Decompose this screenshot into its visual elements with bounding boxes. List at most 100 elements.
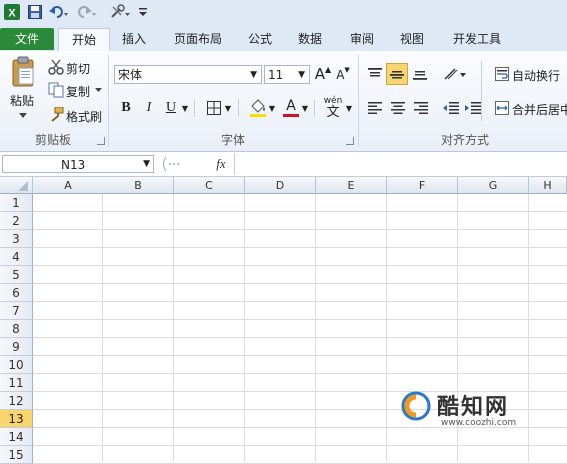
excel-logo-icon[interactable]: X bbox=[2, 3, 22, 20]
increase-indent-icon[interactable] bbox=[463, 99, 483, 117]
shrink-font-button[interactable]: A ▼ bbox=[335, 65, 351, 85]
row-header-8[interactable]: 8 bbox=[0, 320, 33, 338]
column-header-b[interactable]: B bbox=[103, 177, 174, 194]
chevron-down-icon[interactable]: ▼ bbox=[345, 103, 353, 113]
row-header-6[interactable]: 6 bbox=[0, 284, 33, 302]
formula-input[interactable] bbox=[234, 153, 567, 175]
row-header-4[interactable]: 4 bbox=[0, 248, 33, 266]
customize-qat-icon[interactable] bbox=[136, 3, 150, 20]
cut-label[interactable]: 剪切 bbox=[66, 60, 90, 77]
font-group-label: 字体 bbox=[220, 133, 245, 147]
grow-font-button[interactable]: A ▲ bbox=[314, 63, 332, 85]
row-header-3[interactable]: 3 bbox=[0, 230, 33, 248]
orientation-icon[interactable] bbox=[442, 63, 468, 85]
underline-button[interactable]: U bbox=[163, 99, 179, 117]
format-painter-icon[interactable] bbox=[48, 107, 64, 123]
font-size-combo[interactable]: 11 ▼ bbox=[264, 65, 310, 84]
name-box[interactable]: N13 ▼ bbox=[2, 155, 154, 173]
bold-button[interactable]: B bbox=[118, 99, 134, 117]
borders-icon[interactable] bbox=[205, 99, 223, 117]
shrink-font-icon: A bbox=[336, 68, 345, 82]
tab-developer[interactable]: 开发工具 bbox=[444, 28, 510, 50]
copy-dropdown-icon[interactable] bbox=[94, 86, 102, 94]
copy-icon[interactable] bbox=[48, 82, 64, 98]
merge-center-label[interactable]: 合并后居中 bbox=[512, 101, 567, 118]
row-header-5[interactable]: 5 bbox=[0, 266, 33, 284]
select-all-corner[interactable] bbox=[0, 177, 33, 194]
decrease-indent-icon[interactable] bbox=[441, 99, 461, 117]
row-header-11[interactable]: 11 bbox=[0, 374, 33, 392]
formula-bar-handle[interactable] bbox=[160, 155, 190, 173]
wrap-text-label[interactable]: 自动换行 bbox=[512, 67, 560, 84]
column-header-d[interactable]: D bbox=[245, 177, 316, 194]
fill-color-icon[interactable] bbox=[248, 97, 268, 119]
row-header-14[interactable]: 14 bbox=[0, 428, 33, 446]
tab-formulas[interactable]: 公式 bbox=[240, 28, 280, 50]
font-launcher-icon[interactable] bbox=[346, 137, 354, 145]
row-header-9[interactable]: 9 bbox=[0, 338, 33, 356]
align-top-icon[interactable] bbox=[365, 64, 385, 84]
watermark-title: 酷知网 bbox=[437, 395, 510, 420]
column-header-c[interactable]: C bbox=[174, 177, 245, 194]
font-color-button[interactable]: A bbox=[282, 97, 300, 119]
copy-label[interactable]: 复制 bbox=[66, 83, 90, 100]
wrap-text-icon[interactable] bbox=[494, 66, 510, 82]
chevron-down-icon[interactable]: ▼ bbox=[268, 103, 276, 113]
align-bottom-icon[interactable] bbox=[410, 64, 430, 84]
grid-row-line bbox=[33, 355, 567, 356]
font-name-combo[interactable]: 宋体 ▼ bbox=[114, 65, 262, 84]
row-header-15[interactable]: 15 bbox=[0, 446, 33, 464]
italic-button[interactable]: I bbox=[141, 99, 157, 117]
column-header-g[interactable]: G bbox=[458, 177, 529, 194]
tab-page-layout[interactable]: 页面布局 bbox=[166, 28, 230, 50]
quick-access-toolbar: X bbox=[0, 0, 567, 25]
column-header-h[interactable]: H bbox=[529, 177, 567, 194]
format-painter-label[interactable]: 格式刷 bbox=[66, 108, 102, 125]
save-icon[interactable] bbox=[26, 3, 44, 20]
column-header-f[interactable]: F bbox=[387, 177, 458, 194]
row-header-7[interactable]: 7 bbox=[0, 302, 33, 320]
chevron-down-icon[interactable]: ▼ bbox=[181, 103, 189, 113]
watermark-url: www.coozhi.com bbox=[441, 418, 517, 428]
undo-icon[interactable] bbox=[48, 3, 70, 20]
column-header-a[interactable]: A bbox=[33, 177, 104, 194]
chevron-down-icon[interactable]: ▼ bbox=[301, 103, 309, 113]
tab-view[interactable]: 视图 bbox=[392, 28, 432, 50]
clipboard-launcher-icon[interactable] bbox=[97, 137, 105, 145]
phonetic-guide-button[interactable]: wén 文 bbox=[321, 96, 345, 120]
grid-row-line bbox=[33, 301, 567, 302]
cut-icon[interactable] bbox=[48, 59, 64, 75]
paste-dropdown-icon[interactable] bbox=[18, 111, 28, 121]
merge-center-icon[interactable] bbox=[494, 100, 510, 116]
row-header-2[interactable]: 2 bbox=[0, 212, 33, 230]
chevron-down-icon[interactable]: ▼ bbox=[143, 156, 150, 172]
grid-row-line bbox=[33, 337, 567, 338]
chevron-down-icon[interactable]: ▼ bbox=[224, 103, 232, 113]
paste-icon[interactable] bbox=[6, 55, 40, 89]
row-header-12[interactable]: 12 bbox=[0, 392, 33, 410]
align-right-icon[interactable] bbox=[411, 99, 431, 117]
tab-file[interactable]: 文件 bbox=[0, 28, 54, 50]
chevron-down-icon[interactable]: ▼ bbox=[250, 66, 257, 85]
redo-icon[interactable] bbox=[76, 3, 98, 20]
paste-label[interactable]: 粘贴 bbox=[10, 92, 34, 109]
align-middle-icon[interactable] bbox=[386, 63, 408, 85]
insert-function-button[interactable]: fx bbox=[210, 155, 232, 173]
row-header-13[interactable]: 13 bbox=[0, 410, 33, 428]
chevron-down-icon[interactable]: ▼ bbox=[298, 66, 305, 85]
grid-row-line bbox=[33, 283, 567, 284]
watermark: 酷知网 www.coozhi.com bbox=[395, 385, 565, 433]
align-left-icon[interactable] bbox=[365, 99, 385, 117]
font-color-icon: A bbox=[286, 98, 296, 114]
tab-data[interactable]: 数据 bbox=[290, 28, 330, 50]
tab-home[interactable]: 开始 bbox=[58, 28, 110, 51]
tab-review[interactable]: 审阅 bbox=[342, 28, 382, 50]
row-header-1[interactable]: 1 bbox=[0, 194, 33, 212]
grid-row-line bbox=[33, 445, 567, 446]
grid-row-line bbox=[33, 319, 567, 320]
tab-insert[interactable]: 插入 bbox=[112, 28, 156, 50]
column-header-e[interactable]: E bbox=[316, 177, 387, 194]
tools-icon[interactable] bbox=[108, 3, 132, 20]
row-header-10[interactable]: 10 bbox=[0, 356, 33, 374]
align-center-icon[interactable] bbox=[388, 99, 408, 117]
